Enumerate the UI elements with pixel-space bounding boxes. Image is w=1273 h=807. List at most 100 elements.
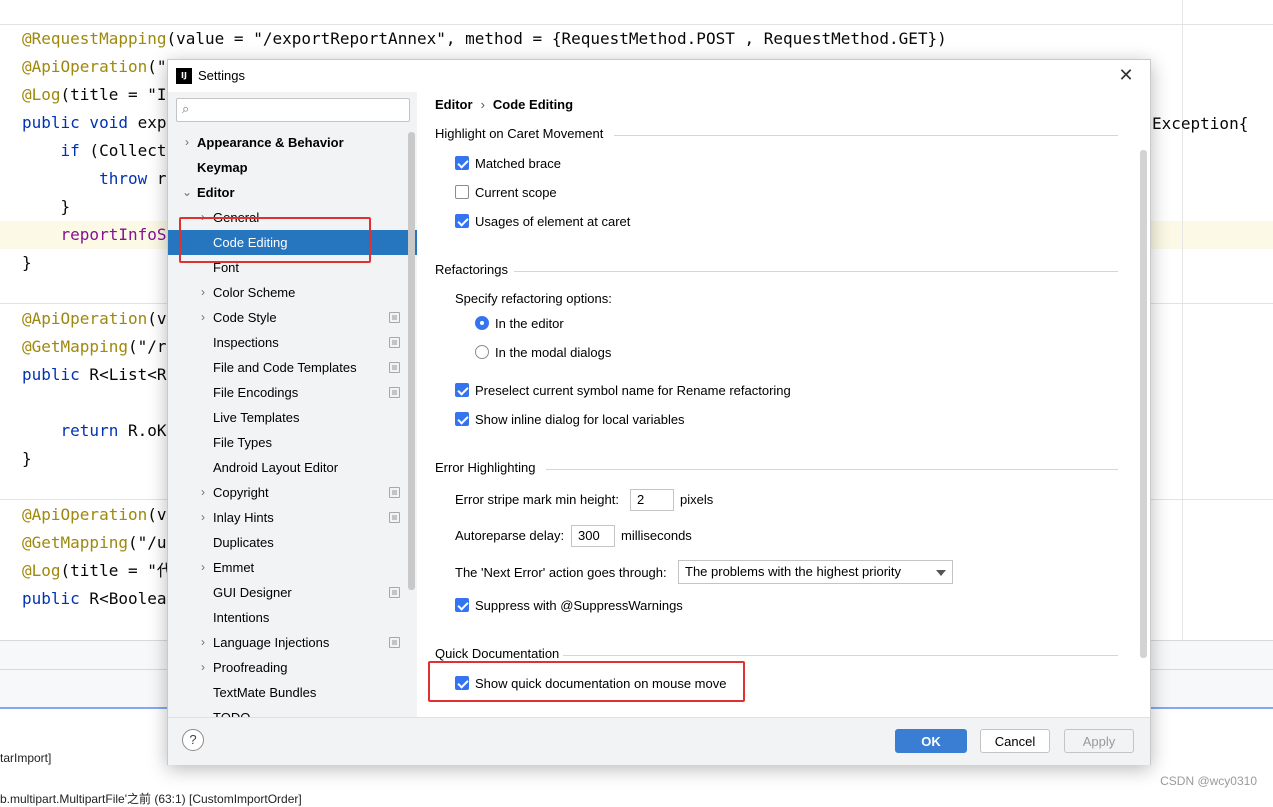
stripe-height-input[interactable]: 2 [630,489,674,511]
breadcrumb-parent[interactable]: Editor [435,97,473,112]
annotation-highlight-quick-doc [428,661,745,702]
next-error-select[interactable]: The problems with the highest priority [678,560,953,584]
tree-item-todo[interactable]: TODO [168,705,417,717]
refactoring-options-label: Specify refactoring options: [455,288,612,310]
dialog-footer: ? OK Cancel Apply [168,717,1150,765]
tree-item-duplicates[interactable]: Duplicates [168,530,417,555]
tree-item-android-layout-editor[interactable]: Android Layout Editor [168,455,417,480]
right-margin-guide [1182,0,1183,640]
tree-item-label: Intentions [213,610,270,625]
option-label: Suppress with @SuppressWarnings [475,598,683,613]
help-icon[interactable]: ? [182,729,204,751]
dialog-title: Settings [198,68,245,83]
chevron-down-icon[interactable]: ⌄ [182,180,192,205]
tree-item-copyright[interactable]: › Copyright [168,480,417,505]
tree-item-editor[interactable]: ⌄ Editor [168,180,417,205]
tree-item-code-style[interactable]: › Code Style [168,305,417,330]
code-line: @ApiOperation(" [22,57,167,76]
close-icon[interactable]: ✕ [1116,65,1136,85]
watermark: CSDN @wcy0310 [1160,774,1257,788]
chevron-right-icon[interactable]: › [198,480,208,505]
ok-button[interactable]: OK [895,729,967,753]
tree-item-color-scheme[interactable]: › Color Scheme [168,280,417,305]
settings-search-input[interactable]: ⌕ [176,98,410,122]
project-scope-icon [389,337,400,348]
reparse-delay-unit: milliseconds [621,528,692,543]
tree-item-label: TODO [213,705,250,717]
code-line: @ApiOperation(v [22,309,167,328]
tree-item-label: Android Layout Editor [213,460,339,475]
tree-item-emmet[interactable]: › Emmet [168,555,417,580]
project-scope-icon [389,587,400,598]
next-error-label: The 'Next Error' action goes through: [455,565,667,580]
code-line: @GetMapping("/u [22,533,167,552]
option-label: Preselect current symbol name for Rename… [475,383,791,398]
tree-item-file-types[interactable]: File Types [168,430,417,455]
output-line: tarImport] [0,751,52,765]
checkbox-box [455,383,469,397]
content-scrollbar[interactable] [1140,150,1147,658]
reparse-delay-input[interactable]: 300 [571,525,615,547]
tree-item-label: Code Style [213,310,277,325]
chevron-right-icon[interactable]: › [198,630,208,655]
project-scope-icon [389,387,400,398]
chevron-right-icon[interactable]: › [182,130,192,155]
tree-item-inlay-hints[interactable]: › Inlay Hints [168,505,417,530]
stripe-height-unit: pixels [680,492,714,507]
project-scope-icon [389,362,400,373]
label-text: Specify refactoring options: [455,291,612,306]
checkbox-box [455,214,469,228]
chevron-right-icon[interactable]: › [198,555,208,580]
section-divider [563,655,1118,656]
project-scope-icon [389,637,400,648]
radio-circle [475,316,489,330]
tree-item-label: Keymap [197,160,248,175]
settings-dialog: IJ Settings ✕ ⌕ › Appearance & Behavior Ke… [167,59,1151,765]
output-line: b.multipart.MultipartFile'之前 (63:1) [Cus… [0,792,302,806]
breadcrumb-separator: › [480,97,485,112]
tree-item-label: Editor [197,185,235,200]
code-line: if (Collect [22,141,167,160]
option-label: Current scope [475,185,557,200]
chevron-right-icon[interactable]: › [198,505,208,530]
code-line: return R.oK [22,421,167,440]
breadcrumb-current: Code Editing [492,97,574,112]
title-bar[interactable]: IJ Settings ✕ [168,60,1150,92]
code-line: @Log(title = "I [22,85,167,104]
code-line: } [22,197,71,216]
tree-item-language-injections[interactable]: › Language Injections [168,630,417,655]
cancel-button[interactable]: Cancel [980,729,1050,753]
tree-item-textmate-bundles[interactable]: TextMate Bundles [168,680,417,705]
tree-item-gui-designer[interactable]: GUI Designer [168,580,417,605]
settings-tree-panel: ⌕ › Appearance & Behavior Keymap ⌄ Editor › Ge… [168,92,417,717]
option-label: Usages of element at caret [475,214,631,229]
code-line: @Log(title = "代 [22,561,173,580]
chevron-right-icon[interactable]: › [198,655,208,680]
tree-item-live-templates[interactable]: Live Templates [168,405,417,430]
intellij-app-icon: IJ [176,68,192,84]
tree-item-intentions[interactable]: Intentions [168,605,417,630]
annotation-highlight-code-editing [179,217,371,263]
section-title-quickdoc: Quick Documentation [435,646,560,661]
tree-scrollbar[interactable] [408,132,415,590]
section-divider [546,469,1118,470]
chevron-down-icon [936,570,946,576]
tree-item-keymap[interactable]: Keymap [168,155,417,180]
breadcrumb: Editor › Code Editing [435,97,573,112]
option-label: In the modal dialogs [495,345,612,360]
chevron-right-icon[interactable]: › [198,305,208,330]
tree-item-inspections[interactable]: Inspections [168,330,417,355]
tree-item-label: Appearance & Behavior [197,135,344,150]
tree-item-file-encodings[interactable]: File Encodings [168,380,417,405]
project-scope-icon [389,487,400,498]
tree-item-label: Copyright [213,485,269,500]
chevron-right-icon[interactable]: › [198,280,208,305]
section-divider [614,135,1118,136]
select-value: The problems with the highest priority [685,564,902,579]
tree-item-proofreading[interactable]: › Proofreading [168,655,417,680]
apply-button[interactable]: Apply [1064,729,1134,753]
checkbox-box [455,185,469,199]
code-line: public R<List<R [22,365,167,384]
tree-item-appearance-behavior[interactable]: › Appearance & Behavior [168,130,417,155]
tree-item-file-and-code-templates[interactable]: File and Code Templates [168,355,417,380]
